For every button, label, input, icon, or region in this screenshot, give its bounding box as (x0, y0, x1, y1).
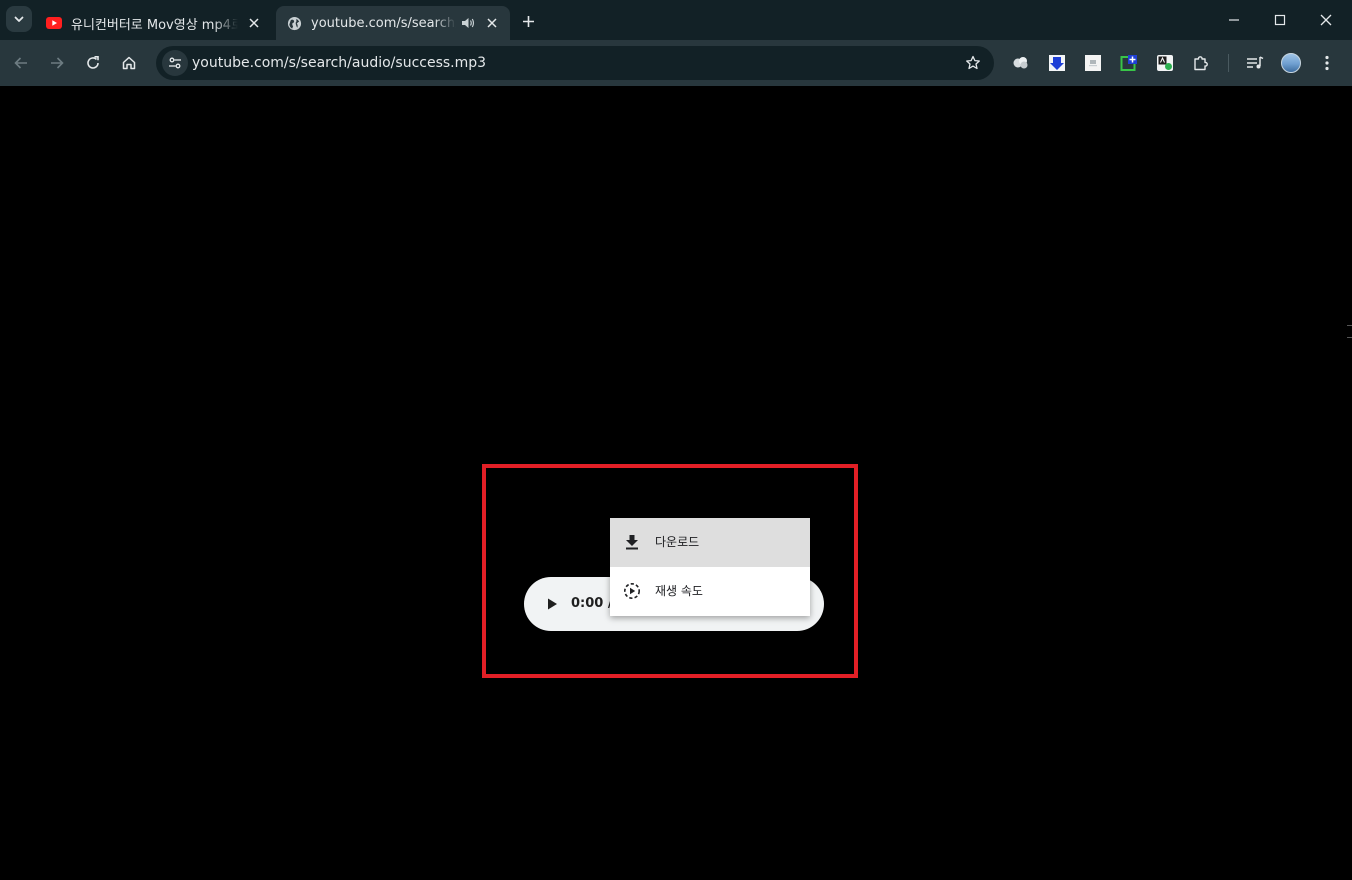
minimize-button[interactable] (1214, 4, 1254, 36)
reload-icon (87, 56, 99, 69)
close-tab-icon[interactable] (484, 15, 500, 31)
address-bar[interactable]: youtube.com/s/search/audio/success.mp3 (156, 46, 994, 80)
tab-unconverter[interactable]: 유니컨버터로 Mov영상 mp4로 변환하기 (36, 6, 272, 40)
new-tab-button[interactable] (516, 9, 540, 33)
profile-avatar[interactable] (1281, 53, 1301, 73)
toolbar: youtube.com/s/search/audio/success.mp3 (0, 40, 1352, 86)
scrollbar-mark (1347, 337, 1352, 338)
globe-icon (286, 15, 302, 31)
site-info-button[interactable] (162, 50, 188, 76)
media-control-icon[interactable] (1245, 53, 1265, 73)
maximize-button[interactable] (1260, 4, 1300, 36)
tab-audio-success[interactable]: youtube.com/s/search/audio/success.mp3 (276, 6, 510, 40)
menu-item-playback-speed[interactable]: 재생 속도 (610, 567, 810, 616)
extension-green-plus-icon[interactable] (1119, 53, 1139, 73)
youtube-icon (46, 15, 62, 31)
plus-icon (522, 15, 534, 27)
menu-item-label: 다운로드 (655, 535, 700, 549)
home-button[interactable] (115, 49, 143, 77)
scrollbar-mark (1347, 325, 1352, 326)
player-context-menu: 다운로드 재생 속도 (610, 518, 810, 616)
menu-item-label: 재생 속도 (655, 584, 703, 598)
tab-strip: 유니컨버터로 Mov영상 mp4로 변환하기 youtube.com/s/sea… (0, 0, 1352, 40)
maximize-icon (1274, 14, 1286, 26)
extensions-puzzle-icon[interactable] (1191, 53, 1211, 73)
extension-download-icon[interactable] (1047, 53, 1067, 73)
tab-search-button[interactable] (6, 6, 32, 32)
extension-translate-icon[interactable] (1155, 53, 1175, 73)
current-time: 0:00 / (571, 596, 613, 611)
menu-item-download[interactable]: 다운로드 (610, 518, 810, 567)
speaker-icon[interactable] (460, 15, 476, 31)
minimize-icon (1229, 19, 1239, 21)
menu-kebab-icon[interactable] (1317, 53, 1337, 73)
tune-icon (169, 57, 181, 69)
close-window-button[interactable] (1306, 4, 1346, 36)
play-icon (548, 598, 557, 610)
forward-icon (51, 57, 64, 69)
back-icon (14, 57, 27, 69)
close-window-icon (1320, 14, 1332, 26)
tab-title: youtube.com/s/search/audio/success.mp3 (311, 15, 456, 31)
url-text[interactable]: youtube.com/s/search/audio/success.mp3 (192, 46, 486, 80)
bookmark-star-icon[interactable] (964, 54, 982, 72)
extension-cloud-icon[interactable] (1011, 53, 1031, 73)
tab-title: 유니컨버터로 Mov영상 mp4로 변환하기 (71, 17, 238, 33)
close-tab-icon[interactable] (246, 15, 262, 31)
browser-window: 유니컨버터로 Mov영상 mp4로 변환하기 youtube.com/s/sea… (0, 0, 1352, 880)
download-icon (622, 532, 642, 552)
reload-button[interactable] (79, 49, 107, 77)
playback-speed-icon (622, 581, 642, 601)
toolbar-separator (1228, 54, 1229, 72)
extension-white-square-icon[interactable] (1083, 53, 1103, 73)
play-button[interactable] (540, 592, 564, 616)
chevron-down-icon (14, 16, 24, 22)
home-icon (122, 56, 136, 70)
forward-button[interactable] (43, 49, 71, 77)
back-button[interactable] (7, 49, 35, 77)
